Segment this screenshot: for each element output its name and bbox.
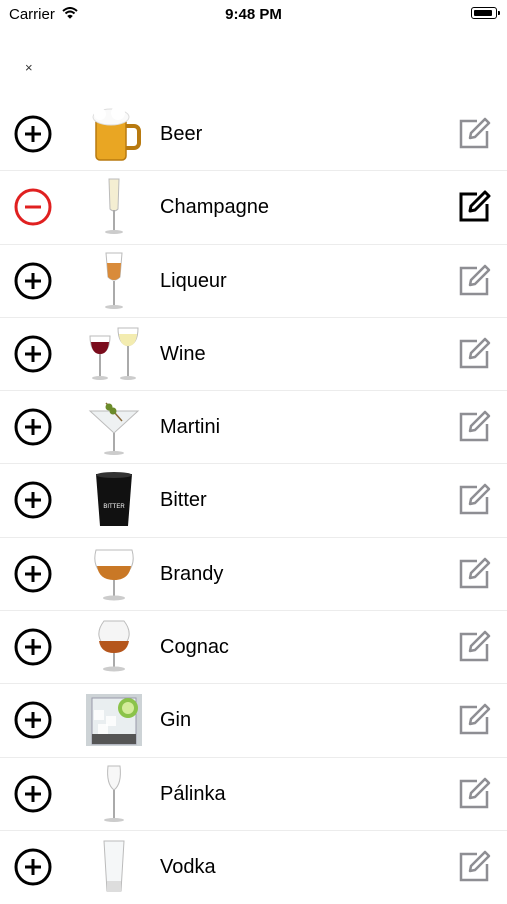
edit-button[interactable]	[457, 777, 491, 811]
edit-button[interactable]	[457, 264, 491, 298]
drink-row: Beer	[0, 98, 507, 172]
add-button[interactable]	[14, 408, 52, 446]
drink-row: Brandy	[0, 538, 507, 612]
drink-row: BITTER Bitter	[0, 464, 507, 538]
edit-button[interactable]	[457, 117, 491, 151]
edit-icon	[457, 264, 491, 302]
drink-image	[82, 249, 146, 313]
drink-image	[82, 835, 146, 899]
drink-name: Vodka	[160, 855, 216, 878]
drink-image	[82, 102, 146, 166]
drink-image	[82, 175, 146, 239]
edit-button[interactable]	[457, 337, 491, 371]
drink-name: Pálinka	[160, 782, 226, 805]
drink-list: Beer Champagne Liqueur Wine Martini BITT…	[0, 98, 507, 904]
drink-row: Gin	[0, 684, 507, 758]
drink-name: Gin	[160, 709, 192, 732]
edit-button[interactable]	[457, 703, 491, 737]
edit-button[interactable]	[457, 410, 491, 444]
add-button[interactable]	[14, 848, 52, 886]
drink-image	[82, 688, 146, 752]
edit-icon	[457, 630, 491, 668]
add-button[interactable]	[14, 701, 52, 739]
remove-button[interactable]	[14, 188, 52, 226]
drink-name: Cognac	[160, 636, 229, 659]
plus-circle-icon	[14, 848, 52, 890]
drink-row: Champagne	[0, 171, 507, 245]
add-button[interactable]	[14, 775, 52, 813]
clock: 9:48 PM	[225, 6, 282, 23]
edit-button[interactable]	[457, 630, 491, 664]
close-button[interactable]: ×	[25, 60, 33, 75]
edit-icon	[457, 484, 491, 521]
drink-image	[82, 322, 146, 386]
add-button[interactable]	[14, 335, 52, 373]
status-bar: Carrier 9:48 PM	[0, 0, 507, 28]
drink-name: Brandy	[160, 562, 224, 585]
drink-row: Liqueur	[0, 245, 507, 318]
add-button[interactable]	[14, 115, 52, 153]
edit-icon	[457, 704, 491, 741]
edit-icon	[457, 850, 491, 888]
drink-row: Martini	[0, 391, 507, 465]
add-button[interactable]	[14, 262, 52, 300]
drink-row: Vodka	[0, 831, 507, 904]
drink-name: Martini	[160, 416, 221, 439]
edit-button[interactable]	[457, 557, 491, 591]
edit-icon	[457, 190, 491, 228]
drink-row: Pálinka	[0, 758, 507, 831]
plus-circle-icon	[14, 775, 52, 817]
plus-circle-icon	[14, 481, 52, 523]
edit-icon	[457, 337, 491, 375]
edit-icon	[457, 410, 491, 448]
plus-circle-icon	[14, 335, 52, 377]
drink-row: Wine	[0, 318, 507, 392]
edit-button[interactable]	[457, 190, 491, 224]
plus-circle-icon	[14, 408, 52, 450]
plus-circle-icon	[14, 262, 52, 304]
edit-icon	[457, 117, 491, 155]
edit-icon	[457, 557, 491, 595]
drink-image	[82, 542, 146, 606]
svg-text:BITTER: BITTER	[103, 504, 125, 510]
edit-button[interactable]	[457, 483, 491, 517]
drink-image	[82, 395, 146, 459]
drink-name: Wine	[160, 342, 206, 365]
add-button[interactable]	[14, 481, 52, 519]
drink-row: Cognac	[0, 611, 507, 685]
edit-button[interactable]	[457, 850, 491, 884]
add-button[interactable]	[14, 628, 52, 666]
plus-circle-icon	[14, 628, 52, 670]
drink-name: Champagne	[160, 196, 269, 219]
minus-circle-icon	[14, 188, 52, 230]
edit-icon	[457, 777, 491, 815]
drink-name: Beer	[160, 123, 203, 145]
drink-name: Bitter	[160, 489, 207, 512]
plus-circle-icon	[14, 555, 52, 597]
drink-name: Liqueur	[160, 269, 227, 292]
drink-image: BITTER	[82, 468, 146, 532]
plus-circle-icon	[14, 115, 52, 157]
drink-image	[82, 615, 146, 679]
add-button[interactable]	[14, 555, 52, 593]
drink-image	[82, 762, 146, 826]
battery-icon	[471, 7, 500, 19]
plus-circle-icon	[14, 701, 52, 743]
